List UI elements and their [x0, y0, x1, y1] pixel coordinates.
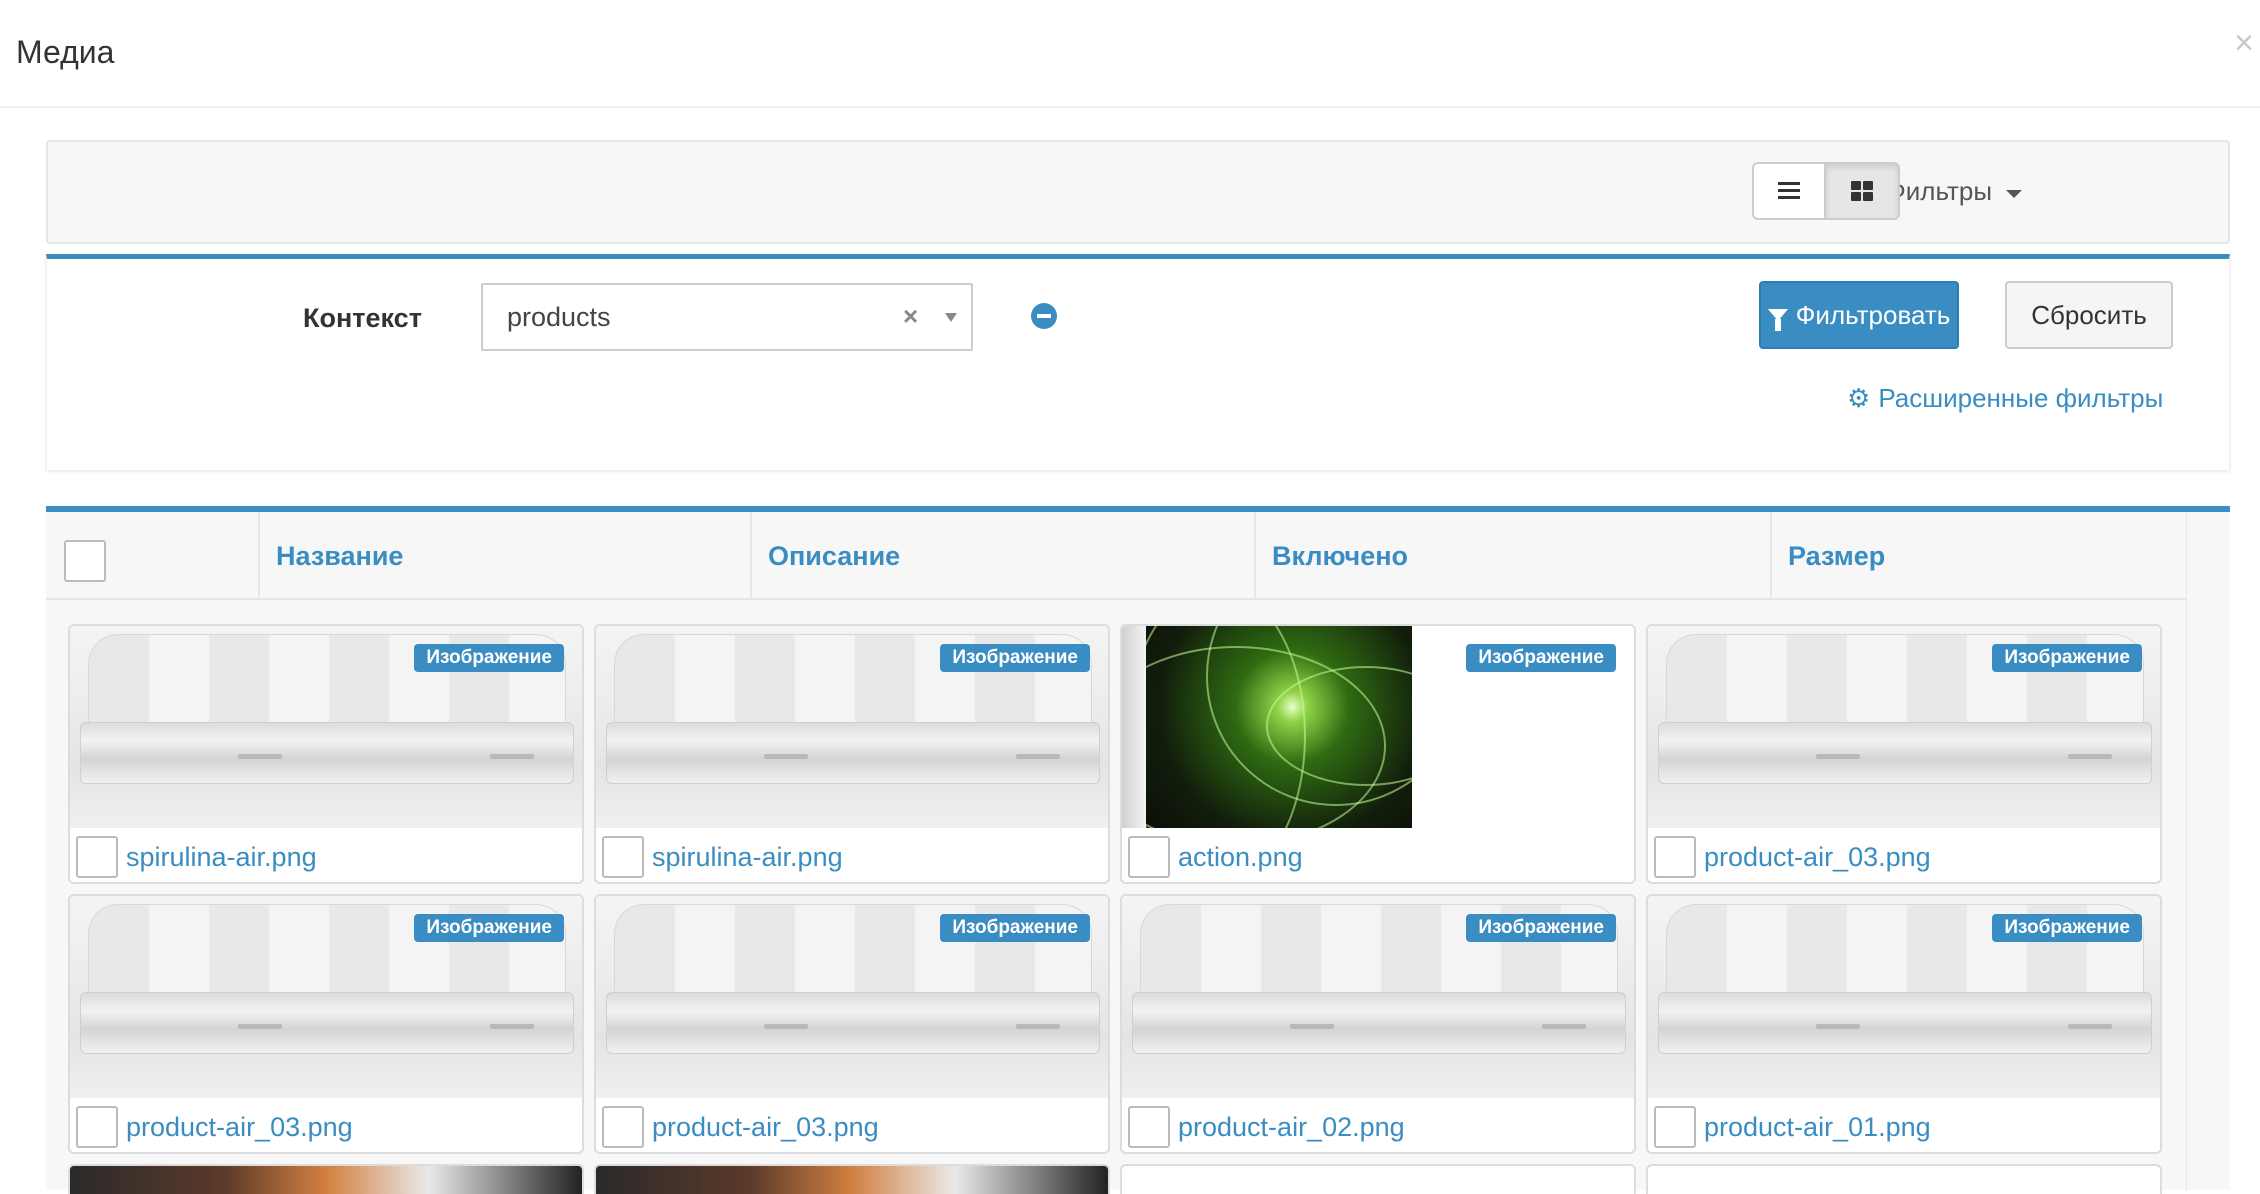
media-card[interactable]: Изображение action.png: [1120, 624, 1636, 884]
gears-icon: ⚙: [1847, 383, 1871, 413]
file-name-link[interactable]: action.png: [1178, 842, 1303, 873]
file-name-link[interactable]: product-air_01.png: [1704, 1112, 1931, 1143]
context-select[interactable]: products ×: [481, 283, 973, 351]
table-header: Название Описание Включено Размер: [46, 512, 2186, 600]
card-checkbox[interactable]: [76, 1106, 118, 1148]
file-name-link[interactable]: product-air_03.png: [126, 1112, 353, 1143]
type-badge: Изображение: [940, 644, 1090, 672]
apply-filter-label: Фильтровать: [1795, 299, 1951, 330]
advanced-filters-link[interactable]: ⚙ Расширенные фильтры: [1847, 383, 2163, 414]
media-card-partial[interactable]: [68, 1164, 584, 1194]
caret-down-icon: [2006, 189, 2023, 198]
media-toolbar: Фильтры: [46, 140, 2230, 244]
remove-filter-icon[interactable]: [1031, 303, 1057, 329]
media-grid-panel: Название Описание Включено Размер Изобра…: [46, 506, 2230, 1194]
grid-view-icon: [1851, 181, 1873, 201]
media-card[interactable]: Изображение product-air_03.png: [1646, 624, 2162, 884]
card-checkbox[interactable]: [1128, 836, 1170, 878]
select-all-checkbox[interactable]: [64, 540, 106, 582]
type-badge: Изображение: [1466, 914, 1616, 942]
type-badge: Изображение: [1992, 644, 2142, 672]
context-value: products: [507, 302, 611, 332]
media-card[interactable]: Изображение product-air_03.png: [594, 894, 1110, 1154]
clear-icon[interactable]: ×: [903, 301, 918, 332]
media-card[interactable]: Изображение spirulina-air.png: [68, 624, 584, 884]
modal-header: Медиа ×: [0, 0, 2260, 108]
column-header-description[interactable]: Описание: [750, 512, 1254, 600]
context-label: Контекст: [303, 303, 422, 333]
column-header-name[interactable]: Название: [258, 512, 750, 600]
grid-view-button[interactable]: [1826, 162, 1900, 220]
file-name-link[interactable]: spirulina-air.png: [652, 842, 843, 873]
file-name-link[interactable]: product-air_02.png: [1178, 1112, 1405, 1143]
modal-title: Медиа: [16, 34, 115, 70]
media-card-partial[interactable]: [594, 1164, 1110, 1194]
media-card[interactable]: Изображение product-air_02.png: [1120, 894, 1636, 1154]
file-name-link[interactable]: product-air_03.png: [652, 1112, 879, 1143]
card-checkbox[interactable]: [1654, 836, 1696, 878]
card-checkbox[interactable]: [602, 1106, 644, 1148]
media-card[interactable]: Изображение product-air_01.png: [1646, 894, 2162, 1154]
column-header-size[interactable]: Размер: [1770, 512, 2186, 600]
list-view-icon: [1778, 182, 1800, 200]
card-checkbox[interactable]: [1654, 1106, 1696, 1148]
card-checkbox[interactable]: [76, 836, 118, 878]
media-card-partial[interactable]: [1646, 1164, 2162, 1194]
type-badge: Изображение: [940, 914, 1090, 942]
type-badge: Изображение: [414, 914, 564, 942]
column-header-enabled[interactable]: Включено: [1254, 512, 1770, 600]
dropdown-arrow-icon[interactable]: [945, 313, 957, 322]
file-name-link[interactable]: product-air_03.png: [1704, 842, 1931, 873]
apply-filter-button[interactable]: Фильтровать: [1759, 281, 1959, 349]
media-card-partial[interactable]: [1120, 1164, 1636, 1194]
filters-label: Фильтры: [1886, 176, 1993, 206]
list-view-button[interactable]: [1752, 162, 1826, 220]
type-badge: Изображение: [1466, 644, 1616, 672]
card-checkbox[interactable]: [1128, 1106, 1170, 1148]
advanced-filters-label: Расширенные фильтры: [1878, 383, 2164, 413]
media-card[interactable]: Изображение spirulina-air.png: [594, 624, 1110, 884]
vertical-scrollbar[interactable]: [2186, 512, 2230, 1190]
filter-panel: Контекст products × Фильтровать Сбросить…: [46, 254, 2230, 470]
filter-icon: [1767, 309, 1788, 331]
reset-button[interactable]: Сбросить: [2005, 281, 2173, 349]
close-icon[interactable]: ×: [2234, 26, 2254, 60]
file-name-link[interactable]: spirulina-air.png: [126, 842, 317, 873]
media-card[interactable]: Изображение product-air_03.png: [68, 894, 584, 1154]
type-badge: Изображение: [414, 644, 564, 672]
view-toggle-group: [1752, 162, 1900, 220]
type-badge: Изображение: [1992, 914, 2142, 942]
card-checkbox[interactable]: [602, 836, 644, 878]
media-grid: Изображение spirulina-air.png Изображени…: [46, 600, 2186, 1194]
